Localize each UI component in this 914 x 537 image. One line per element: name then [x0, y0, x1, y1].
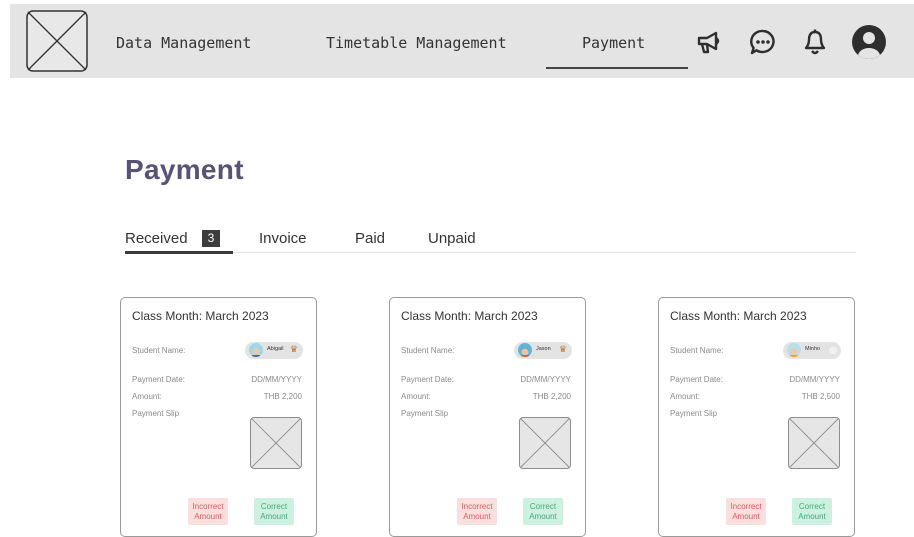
tab-invoice[interactable]: Invoice: [259, 230, 307, 247]
correct-amount-button[interactable]: Correct Amount: [792, 498, 832, 525]
student-chip[interactable]: Jason ♛: [514, 342, 572, 359]
crown-icon: ♛: [558, 345, 567, 355]
payment-date-value: DD/MM/YYYY: [789, 375, 840, 384]
payment-date-label: Payment Date:: [401, 375, 454, 384]
payment-slip-image[interactable]: [788, 417, 840, 469]
payment-card: Class Month: March 2023 Student Name: Ab…: [120, 297, 317, 537]
incorrect-amount-button[interactable]: Incorrect Amount: [726, 498, 766, 525]
amount-label: Amount:: [401, 392, 431, 401]
status-dot: [829, 347, 837, 354]
received-count-badge: 3: [202, 230, 220, 247]
amount-value: THB 2,500: [801, 392, 840, 401]
incorrect-amount-button[interactable]: Incorrect Amount: [188, 498, 228, 525]
amount-value: THB 2,200: [532, 392, 571, 401]
student-chip[interactable]: Minho: [783, 342, 841, 359]
tabs-divider: [125, 252, 856, 253]
avatar: [249, 343, 263, 357]
payment-date-label: Payment Date:: [670, 375, 723, 384]
amount-value: THB 2,200: [263, 392, 302, 401]
correct-amount-button[interactable]: Correct Amount: [254, 498, 294, 525]
avatar: [518, 343, 532, 357]
amount-label: Amount:: [132, 392, 162, 401]
amount-label: Amount:: [670, 392, 700, 401]
payment-date-label: Payment Date:: [132, 375, 185, 384]
student-name-label: Student Name:: [670, 346, 724, 355]
logo-placeholder-icon[interactable]: [26, 10, 88, 72]
card-title: Class Month: March 2023: [132, 309, 269, 323]
payment-date-value: DD/MM/YYYY: [251, 375, 302, 384]
correct-amount-button[interactable]: Correct Amount: [523, 498, 563, 525]
payment-slip-label: Payment Slip: [670, 409, 718, 418]
payment-slip-image[interactable]: [519, 417, 571, 469]
student-chip[interactable]: Abigail ♛: [245, 342, 303, 359]
card-title: Class Month: March 2023: [670, 309, 807, 323]
payment-card: Class Month: March 2023 Student Name: Ja…: [389, 297, 586, 537]
user-account-icon[interactable]: [851, 24, 887, 60]
payment-slip-label: Payment Slip: [401, 409, 449, 418]
student-name: Minho: [805, 346, 820, 352]
nav-active-underline: [546, 67, 688, 69]
avatar: [787, 343, 801, 357]
payment-date-value: DD/MM/YYYY: [520, 375, 571, 384]
card-title: Class Month: March 2023: [401, 309, 538, 323]
tab-unpaid[interactable]: Unpaid: [428, 230, 476, 247]
nav-timetable-management[interactable]: Timetable Management: [326, 34, 507, 52]
payment-slip-image[interactable]: [250, 417, 302, 469]
incorrect-amount-button[interactable]: Incorrect Amount: [457, 498, 497, 525]
payment-slip-label: Payment Slip: [132, 409, 180, 418]
tab-received[interactable]: Received: [125, 230, 188, 247]
crown-icon: ♛: [289, 345, 298, 355]
megaphone-icon[interactable]: [694, 27, 724, 57]
student-name-label: Student Name:: [132, 346, 186, 355]
chat-icon[interactable]: [748, 27, 778, 57]
student-name: Jason: [536, 346, 551, 352]
page-title: Payment: [125, 154, 244, 185]
nav-data-management[interactable]: Data Management: [116, 34, 251, 52]
student-name: Abigail: [267, 346, 284, 352]
nav-payment[interactable]: Payment: [582, 34, 645, 52]
tab-active-underline: [125, 251, 233, 254]
tab-paid[interactable]: Paid: [355, 230, 385, 247]
top-nav-bar: Data Management Timetable Management Pay…: [10, 4, 914, 78]
payment-card: Class Month: March 2023 Student Name: Mi…: [658, 297, 855, 537]
bell-icon[interactable]: [800, 27, 830, 57]
student-name-label: Student Name:: [401, 346, 455, 355]
